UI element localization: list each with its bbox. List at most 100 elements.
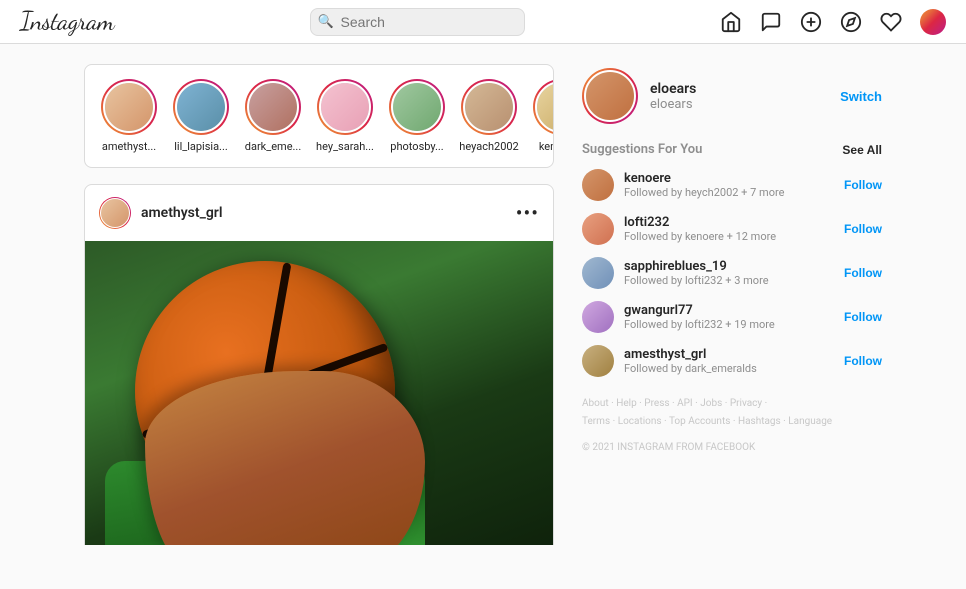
main-layout: amethyst... lil_lapisia... dark_eme... hey_…: [0, 44, 966, 545]
feed-column: amethyst... lil_lapisia... dark_eme... hey_…: [84, 64, 554, 545]
suggestion-avatar[interactable]: [582, 257, 614, 289]
story-username: heyach2002: [459, 140, 518, 153]
story-username: photosby...: [390, 140, 443, 153]
footer-link[interactable]: Locations: [618, 416, 662, 427]
footer-link[interactable]: Terms: [582, 416, 610, 427]
story-avatar-ring: [389, 79, 445, 135]
current-user-avatar[interactable]: [582, 68, 638, 124]
footer-link[interactable]: Privacy: [730, 398, 762, 409]
suggestion-text: kenoereFollowed by heych2002 + 7 more: [624, 171, 784, 199]
suggestions-header: Suggestions For You See All: [582, 142, 882, 157]
story-avatar-ring: [317, 79, 373, 135]
story-item[interactable]: dark_eme...: [245, 79, 301, 153]
suggestion-avatar[interactable]: [582, 345, 614, 377]
suggestion-left: sapphireblues_19Followed by lofti232 + 3…: [582, 257, 769, 289]
follow-button[interactable]: Follow: [844, 266, 882, 280]
story-username: kenzoere: [539, 140, 554, 153]
story-avatar-ring: [245, 79, 301, 135]
footer-link[interactable]: Hashtags: [738, 416, 781, 427]
suggestion-username[interactable]: kenoere: [624, 171, 784, 186]
story-username: hey_sarah...: [316, 140, 374, 153]
story-avatar-inner: [535, 81, 554, 133]
search-container: 🔍: [310, 8, 525, 36]
suggestion-avatar[interactable]: [582, 213, 614, 245]
suggestion-avatar[interactable]: [582, 169, 614, 201]
story-avatar-inner: [175, 81, 227, 133]
suggestion-item: sapphireblues_19Followed by lofti232 + 3…: [582, 257, 882, 289]
search-input[interactable]: [310, 8, 525, 36]
story-avatar-inner: [463, 81, 515, 133]
story-username: lil_lapisia...: [174, 140, 228, 153]
story-username: amethyst...: [102, 140, 156, 153]
post-photo: [85, 241, 553, 545]
suggestion-text: amesthyst_grlFollowed by dark_emeralds: [624, 347, 757, 375]
footer-link[interactable]: About: [582, 398, 609, 409]
follow-button[interactable]: Follow: [844, 178, 882, 192]
nav-icons: [720, 9, 946, 35]
suggestion-username[interactable]: gwangurl77: [624, 303, 775, 318]
current-user-section: eloears eloears Switch: [582, 68, 882, 124]
post-author-avatar[interactable]: [99, 197, 131, 229]
compass-icon[interactable]: [840, 11, 862, 33]
follow-button[interactable]: Follow: [844, 222, 882, 236]
footer-link[interactable]: Top Accounts: [669, 416, 730, 427]
suggestion-sub: Followed by lofti232 + 19 more: [624, 318, 775, 331]
story-avatar-inner: [319, 81, 371, 133]
instagram-logo: Instagram: [20, 6, 114, 37]
story-item[interactable]: hey_sarah...: [317, 79, 373, 153]
home-icon[interactable]: [720, 11, 742, 33]
post-author-username[interactable]: amethyst_grl: [141, 205, 222, 221]
footer-link[interactable]: Help: [616, 398, 636, 409]
story-item[interactable]: amethyst...: [101, 79, 157, 153]
suggestions-title: Suggestions For You: [582, 142, 702, 157]
current-user-name[interactable]: eloears: [650, 81, 696, 97]
story-item[interactable]: kenzoere: [533, 79, 554, 153]
messenger-icon[interactable]: [760, 11, 782, 33]
follow-button[interactable]: Follow: [844, 310, 882, 324]
story-item[interactable]: heyach2002: [461, 79, 517, 153]
suggestion-username[interactable]: amesthyst_grl: [624, 347, 757, 362]
see-all-button[interactable]: See All: [842, 143, 882, 157]
footer-link[interactable]: Press: [644, 398, 669, 409]
story-avatar-ring: [173, 79, 229, 135]
stories-bar: amethyst... lil_lapisia... dark_eme... hey_…: [84, 64, 554, 168]
add-icon[interactable]: [800, 11, 822, 33]
suggestion-username[interactable]: lofti232: [624, 215, 776, 230]
footer-links: About · Help · Press · API · Jobs · Priv…: [582, 395, 882, 457]
story-avatar-ring: [461, 79, 517, 135]
heart-icon[interactable]: [880, 11, 902, 33]
story-avatar-ring: [101, 79, 157, 135]
footer-link[interactable]: Language: [788, 416, 832, 427]
suggestion-sub: Followed by lofti232 + 3 more: [624, 274, 769, 287]
suggestion-avatar[interactable]: [582, 301, 614, 333]
hand: [145, 371, 425, 545]
current-user-left: eloears eloears: [582, 68, 696, 124]
story-item[interactable]: photosby...: [389, 79, 445, 153]
suggestion-text: lofti232Followed by kenoere + 12 more: [624, 215, 776, 243]
story-username: dark_eme...: [245, 140, 301, 153]
footer-link[interactable]: Jobs: [700, 398, 722, 409]
story-avatar-ring: [533, 79, 554, 135]
story-item[interactable]: lil_lapisia...: [173, 79, 229, 153]
footer-copyright: © 2021 INSTAGRAM FROM FACEBOOK: [582, 439, 882, 457]
story-avatar-inner: [391, 81, 443, 133]
suggestion-sub: Followed by heych2002 + 7 more: [624, 186, 784, 199]
post-more-button[interactable]: •••: [516, 203, 539, 223]
post-user-info: amethyst_grl: [99, 197, 222, 229]
search-icon: 🔍: [318, 14, 334, 29]
switch-button[interactable]: Switch: [840, 89, 882, 104]
suggestion-item: kenoereFollowed by heych2002 + 7 moreFol…: [582, 169, 882, 201]
follow-button[interactable]: Follow: [844, 354, 882, 368]
suggestion-sub: Followed by dark_emeralds: [624, 362, 757, 375]
current-user-text: eloears eloears: [650, 81, 696, 112]
suggestion-left: lofti232Followed by kenoere + 12 more: [582, 213, 776, 245]
profile-avatar[interactable]: [920, 9, 946, 35]
post-image: [85, 241, 553, 545]
suggestion-left: amesthyst_grlFollowed by dark_emeralds: [582, 345, 757, 377]
current-user-handle: eloears: [650, 97, 696, 112]
story-avatar-inner: [247, 81, 299, 133]
suggestion-item: gwangurl77Followed by lofti232 + 19 more…: [582, 301, 882, 333]
suggestion-item: lofti232Followed by kenoere + 12 more Fol…: [582, 213, 882, 245]
suggestion-username[interactable]: sapphireblues_19: [624, 259, 769, 274]
footer-link[interactable]: API: [677, 398, 693, 409]
